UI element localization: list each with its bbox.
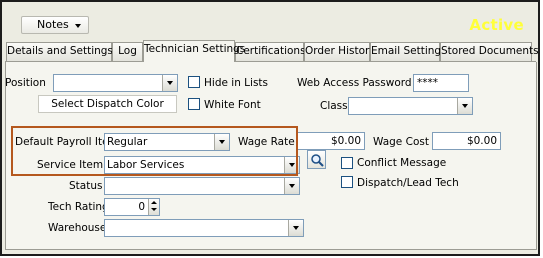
tech-rating-value: 0 bbox=[138, 201, 145, 213]
class-select[interactable] bbox=[348, 97, 473, 115]
tab-label: Stored Documents bbox=[441, 45, 539, 57]
status-select[interactable] bbox=[104, 177, 300, 195]
web-access-password-input[interactable]: **** bbox=[413, 74, 469, 92]
tab-label: Details and Settings bbox=[7, 45, 113, 57]
tab-technician-settings[interactable]: Technician Settings bbox=[143, 40, 245, 62]
white-font-checkbox[interactable] bbox=[188, 98, 200, 110]
wage-cost-label: Wage Cost bbox=[373, 136, 429, 148]
chevron-down-icon[interactable] bbox=[457, 98, 472, 114]
tech-rating-spinner[interactable]: 0 bbox=[104, 198, 160, 216]
tab-label: Technician Settings bbox=[144, 43, 246, 55]
tab-label: Order History bbox=[305, 45, 376, 57]
service-item-lookup-button[interactable] bbox=[307, 150, 326, 169]
position-label: Position bbox=[5, 77, 46, 89]
tab-email-settings[interactable]: Email Settings bbox=[370, 42, 447, 61]
dispatch-lead-tech-label: Dispatch/Lead Tech bbox=[357, 177, 459, 189]
web-access-password-label: Web Access Password bbox=[297, 77, 412, 89]
position-select[interactable] bbox=[53, 74, 178, 92]
tab-stored-documents[interactable]: Stored Documents bbox=[440, 42, 539, 61]
select-dispatch-color-button[interactable]: Select Dispatch Color bbox=[38, 95, 177, 113]
tab-label: Log bbox=[118, 45, 137, 57]
panel-bottom-border bbox=[5, 249, 537, 250]
spinner-arrows-icon[interactable] bbox=[148, 199, 159, 215]
class-label: Class bbox=[320, 100, 348, 112]
chevron-down-icon[interactable] bbox=[162, 75, 177, 91]
white-font-label: White Font bbox=[204, 99, 261, 111]
status-field-label: Status bbox=[69, 180, 103, 192]
warehouse-select[interactable] bbox=[104, 219, 304, 237]
notes-dropdown-button[interactable]: Notes bbox=[21, 16, 89, 34]
hide-in-lists-label: Hide in Lists bbox=[204, 77, 269, 89]
tab-certifications[interactable]: Certifications bbox=[235, 42, 306, 61]
header-bar: Notes Active bbox=[2, 2, 538, 38]
highlight-box bbox=[11, 126, 298, 176]
tab-order-history[interactable]: Order History bbox=[304, 42, 376, 61]
wage-cost-input[interactable]: $0.00 bbox=[432, 132, 501, 150]
search-icon bbox=[311, 154, 324, 167]
tab-label: Certifications bbox=[236, 45, 306, 57]
tab-bar: Details and Settings Log Technician Sett… bbox=[6, 40, 539, 62]
chevron-down-icon[interactable] bbox=[284, 178, 299, 194]
conflict-message-checkbox[interactable] bbox=[341, 157, 353, 169]
chevron-down-icon[interactable] bbox=[288, 220, 303, 236]
dispatch-lead-tech-checkbox[interactable] bbox=[341, 176, 353, 188]
tab-label: Email Settings bbox=[371, 45, 447, 57]
notes-button-label: Notes bbox=[37, 18, 69, 31]
tab-details-and-settings[interactable]: Details and Settings bbox=[6, 42, 113, 61]
chevron-down-icon bbox=[75, 24, 81, 28]
warehouse-label: Warehouse bbox=[48, 222, 107, 234]
tech-rating-label: Tech Rating bbox=[48, 201, 109, 213]
tab-log[interactable]: Log bbox=[112, 42, 143, 61]
status-label: Active bbox=[469, 16, 524, 34]
hide-in-lists-checkbox[interactable] bbox=[188, 76, 200, 88]
conflict-message-label: Conflict Message bbox=[357, 157, 447, 169]
wage-rate-input[interactable]: $0.00 bbox=[297, 132, 365, 150]
